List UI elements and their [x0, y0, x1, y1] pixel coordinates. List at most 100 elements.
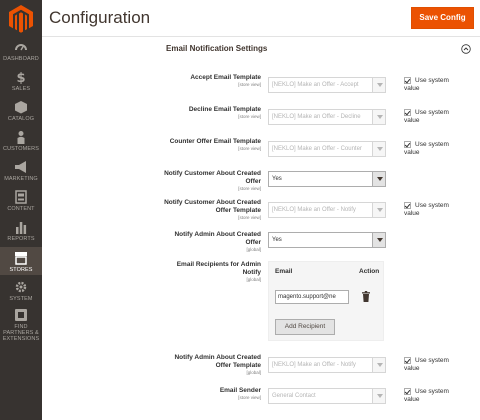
- chevron-down-icon: [372, 78, 385, 92]
- dashboard-icon: [15, 44, 27, 51]
- sidebar-item-stores[interactable]: STORES: [0, 247, 42, 275]
- sidebar-item-label: DASHBOARD: [3, 56, 39, 62]
- header-divider: [42, 36, 480, 37]
- row-email-recipients: Email Recipients for Admin Notify [globa…: [42, 261, 480, 291]
- chevron-down-icon: [372, 233, 385, 247]
- checkmark-icon[interactable]: [404, 202, 411, 209]
- sidebar-item-sales[interactable]: $ SALES: [0, 70, 42, 94]
- page-title: Configuration: [49, 8, 151, 27]
- scope-label: [store view]: [238, 114, 261, 119]
- checkmark-icon[interactable]: [404, 388, 411, 395]
- scope-label: [store view]: [238, 215, 261, 220]
- svg-text:$: $: [16, 71, 25, 84]
- sidebar-item-label: CONTENT: [7, 206, 35, 212]
- use-system-value-label: Use system value: [404, 202, 449, 217]
- collapse-chevron-icon[interactable]: [461, 44, 471, 54]
- field-label: Decline Email Template: [188, 106, 261, 113]
- bar-chart-icon: [16, 222, 27, 234]
- extensions-icon: [15, 309, 27, 321]
- box-icon: [15, 101, 27, 114]
- chevron-down-icon: [372, 203, 385, 217]
- chevron-down-icon: [372, 389, 385, 403]
- sidebar-item-reports[interactable]: REPORTS: [0, 220, 42, 244]
- scope-label: [global]: [246, 277, 261, 282]
- admin-sidebar: DASHBOARD $ SALES CATALOG CUSTOMERS MARK…: [0, 0, 42, 420]
- row-notify-admin: Notify Admin About Created Offer [global…: [42, 231, 480, 257]
- select-value: General Contact: [272, 393, 316, 399]
- sidebar-item-content[interactable]: CONTENT: [0, 190, 42, 214]
- notify-admin-template-select[interactable]: [NEKLO] Make an Offer - Notify: [268, 357, 386, 373]
- sidebar-item-customers[interactable]: CUSTOMERS: [0, 130, 42, 154]
- checkmark-icon[interactable]: [404, 357, 411, 364]
- field-label: Counter Offer Email Template: [169, 138, 261, 145]
- recipient-email-input[interactable]: magento.support@ne: [275, 290, 349, 304]
- sidebar-item-label: STORES: [9, 267, 33, 273]
- chevron-down-icon: [372, 142, 385, 156]
- sidebar-item-system[interactable]: SYSTEM: [0, 280, 42, 304]
- chevron-down-icon: [372, 358, 385, 372]
- checkmark-icon[interactable]: [404, 141, 411, 148]
- select-value: [NEKLO] Make an Offer - Counter: [272, 146, 362, 152]
- magento-logo[interactable]: [8, 4, 34, 34]
- sidebar-item-label: CUSTOMERS: [3, 146, 39, 152]
- select-value: Yes: [272, 176, 282, 182]
- trash-icon[interactable]: [362, 291, 370, 302]
- notify-customer-select[interactable]: Yes: [268, 171, 386, 187]
- add-recipient-button[interactable]: Add Recipient: [275, 319, 335, 335]
- email-recipients-table: Email Action magento.support@ne Add Reci…: [268, 261, 384, 341]
- sidebar-item-find-partners[interactable]: FIND PARTNERS & EXTENSIONS: [0, 308, 42, 342]
- sidebar-item-label: REPORTS: [7, 236, 35, 242]
- select-value: [NEKLO] Make an Offer - Notify: [272, 207, 356, 213]
- row-counter-offer-template: Counter Offer Email Template [store view…: [42, 138, 480, 166]
- select-value: [NEKLO] Make an Offer - Accept: [272, 82, 359, 88]
- row-decline-email-template: Decline Email Template [store view] [NEK…: [42, 106, 480, 130]
- person-icon: [17, 131, 25, 144]
- sidebar-item-label: MARKETING: [4, 176, 38, 182]
- accept-template-select[interactable]: [NEKLO] Make an Offer - Accept: [268, 77, 386, 93]
- field-label: Email Sender: [219, 387, 261, 394]
- row-notify-customer: Notify Customer About Created Offer [sto…: [42, 170, 480, 194]
- row-notify-customer-template: Notify Customer About Created Offer Temp…: [42, 199, 480, 227]
- content-icon: [15, 190, 27, 204]
- select-value: Yes: [272, 237, 282, 243]
- decline-template-select[interactable]: [NEKLO] Make an Offer - Decline: [268, 109, 386, 125]
- field-label: Notify Customer About Created Offer: [164, 170, 261, 185]
- use-system-value-label: Use system value: [404, 388, 449, 403]
- scope-label: [store view]: [238, 395, 261, 400]
- action-column-header: Action: [359, 268, 380, 275]
- use-system-value-label: Use system value: [404, 109, 449, 124]
- scope-label: [global]: [246, 370, 261, 375]
- sidebar-item-label: SALES: [11, 86, 31, 92]
- chevron-down-icon: [372, 110, 385, 124]
- field-label: Notify Admin About Created Offer: [174, 231, 261, 246]
- sidebar-item-marketing[interactable]: MARKETING: [0, 160, 42, 184]
- gear-icon: [15, 281, 27, 293]
- save-config-button[interactable]: Save Config: [411, 7, 474, 29]
- email-sender-select[interactable]: General Contact: [268, 388, 386, 404]
- scope-label: [store view]: [238, 186, 261, 191]
- checkmark-icon[interactable]: [404, 77, 411, 84]
- chevron-down-icon: [372, 172, 385, 186]
- scope-label: [global]: [246, 247, 261, 252]
- select-value: [NEKLO] Make an Offer - Decline: [272, 114, 361, 120]
- email-column-header: Email: [275, 268, 293, 275]
- notify-customer-template-select[interactable]: [NEKLO] Make an Offer - Notify: [268, 202, 386, 218]
- notify-admin-select[interactable]: Yes: [268, 232, 386, 248]
- sidebar-item-catalog[interactable]: CATALOG: [0, 100, 42, 124]
- dollar-icon: $: [16, 71, 25, 84]
- sidebar-item-label: CATALOG: [7, 116, 35, 122]
- scope-label: [store view]: [238, 82, 261, 87]
- checkmark-icon[interactable]: [404, 109, 411, 116]
- row-email-sender: Email Sender [store view] General Contac…: [42, 387, 480, 411]
- use-system-value-label: Use system value: [404, 77, 449, 92]
- section-title[interactable]: Email Notification Settings: [166, 44, 267, 53]
- field-label: Accept Email Template: [190, 74, 261, 81]
- field-label: Notify Admin About Created Offer Templat…: [174, 354, 261, 369]
- sidebar-item-label: FIND PARTNERS & EXTENSIONS: [2, 324, 40, 342]
- sidebar-item-dashboard[interactable]: DASHBOARD: [0, 40, 42, 64]
- counter-template-select[interactable]: [NEKLO] Make an Offer - Counter: [268, 141, 386, 157]
- use-system-value-label: Use system value: [404, 141, 449, 156]
- field-label: Notify Customer About Created Offer Temp…: [164, 199, 261, 214]
- select-value: [NEKLO] Make an Offer - Notify: [272, 362, 356, 368]
- scope-label: [store view]: [238, 146, 261, 151]
